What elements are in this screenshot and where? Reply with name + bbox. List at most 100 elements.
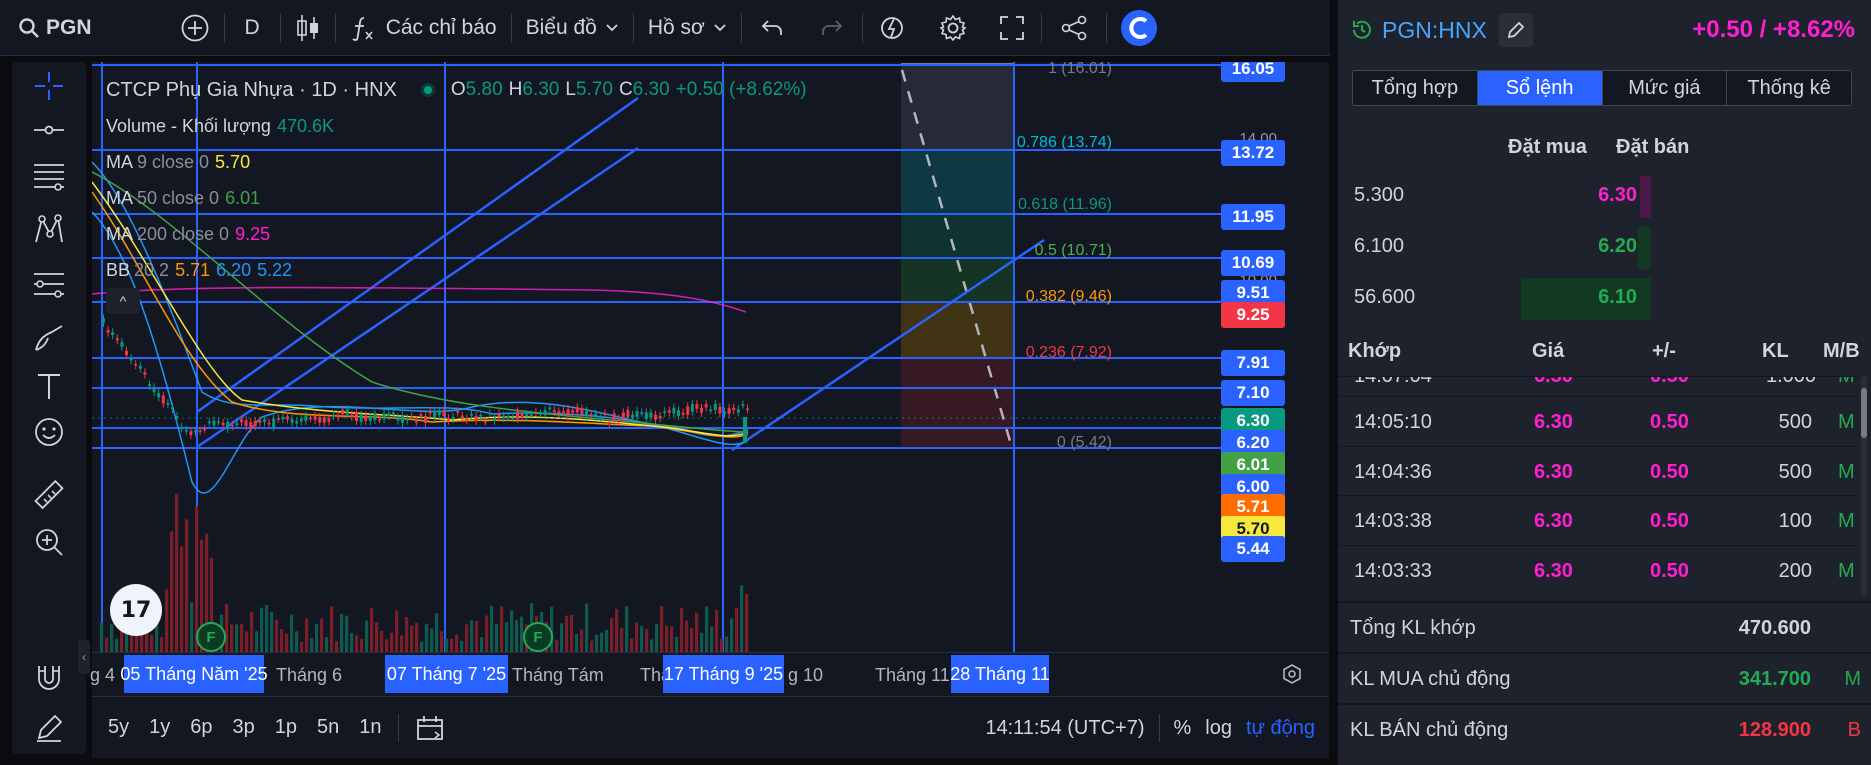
date-range-icon[interactable]	[415, 714, 445, 742]
brand-logo-button[interactable]	[1107, 0, 1171, 56]
earnings-badge[interactable]: F	[523, 622, 553, 652]
time-label: g 4	[90, 665, 116, 685]
price-chart[interactable]: 1 (16.01) 0.786 (13.74) 0.618 (11.96) 0.5 (…	[92, 62, 1329, 652]
trade-row[interactable]: 14:07:04 6.30 0.50 1.000 M	[1338, 376, 1858, 396]
tab-summary[interactable]: Tổng hợp	[1353, 71, 1478, 105]
crosshair-tool[interactable]	[12, 62, 86, 110]
alert-clock-icon	[880, 16, 903, 39]
indicators-button[interactable]: Các chỉ báo	[336, 0, 511, 56]
candle-body	[253, 420, 257, 427]
volume-bar	[660, 605, 664, 652]
toolbar-collapse-button[interactable]: ‹	[78, 640, 90, 674]
legend-ma9-row[interactable]: MA 9 close 0 5.70	[106, 144, 813, 180]
legend-ma200-row[interactable]: MA 200 close 0 9.25	[106, 216, 813, 252]
range-1y-button[interactable]: 1y	[149, 716, 170, 739]
orderbook-row[interactable]: 6.100 6.20	[1338, 223, 1871, 273]
orderbook-row[interactable]: 5.300 6.30	[1338, 172, 1871, 222]
scroll-thumb[interactable]	[1861, 388, 1867, 438]
redo-button[interactable]	[802, 0, 862, 56]
profile-menu-button[interactable]: Hồ sơ	[634, 0, 741, 56]
trade-row[interactable]: 14:04:36 6.30 0.50 500 M	[1338, 445, 1858, 495]
volume-bar	[235, 624, 239, 652]
tradingview-logo[interactable]: 17	[110, 584, 162, 636]
range-1d-button[interactable]: 1n	[359, 716, 381, 739]
legend-volume-row[interactable]: Volume - Khối lượng 470.6K	[106, 108, 813, 144]
symbol-search-button[interactable]: PGN	[0, 0, 106, 56]
refresh-clock-icon[interactable]	[1350, 18, 1374, 42]
market-status-icon	[420, 83, 435, 97]
share-button[interactable]	[1042, 0, 1106, 56]
clock-readout[interactable]: 14:11:54 (UTC+7)	[985, 717, 1144, 740]
summary-label: Tổng KL khớp	[1350, 617, 1476, 639]
compare-add-button[interactable]	[166, 0, 224, 56]
pattern-tool[interactable]	[12, 206, 86, 254]
axis-settings-icon[interactable]	[1281, 663, 1303, 685]
candle-body	[272, 418, 276, 428]
zoom-tool[interactable]	[12, 518, 86, 566]
fib-lines-icon	[34, 164, 64, 191]
time-axis[interactable]: g 4 05 Tháng Năm '25 Tháng 6 07 Tháng 7 …	[90, 652, 1329, 696]
earnings-badge[interactable]: F	[196, 622, 226, 652]
percent-scale-toggle[interactable]: %	[1174, 717, 1192, 740]
tab-price-levels[interactable]: Mức giá	[1602, 71, 1728, 105]
fullscreen-button[interactable]	[983, 0, 1041, 56]
crosshair-icon	[35, 72, 63, 100]
volume-bar	[335, 641, 339, 652]
range-5y-button[interactable]: 5y	[108, 716, 129, 739]
interval-label: D	[244, 15, 260, 39]
range-3m-button[interactable]: 3p	[233, 716, 255, 739]
legend-collapse-button[interactable]: ^	[106, 288, 140, 314]
volume-bar	[715, 609, 719, 652]
candle-body	[148, 384, 151, 387]
trend-line-tool[interactable]	[12, 106, 86, 154]
range-6m-button[interactable]: 6p	[190, 716, 212, 739]
prediction-tool[interactable]	[12, 260, 86, 308]
chart-menu-button[interactable]: Biểu đồ	[512, 0, 633, 56]
settings-button[interactable]	[923, 0, 983, 56]
trade-row[interactable]: 14:05:10 6.30 0.50 500 M	[1338, 396, 1858, 445]
brush-tool[interactable]	[12, 314, 86, 362]
candle-body	[350, 414, 354, 418]
candle-body	[479, 414, 483, 417]
measure-tool[interactable]	[12, 472, 86, 520]
trade-row[interactable]: 14:03:33 6.30 0.50 200 M	[1338, 544, 1858, 594]
volume-bar	[115, 638, 119, 652]
trade-row[interactable]: 14:03:38 6.30 0.50 100 M	[1338, 495, 1858, 544]
time-highlight-end: 17 Tháng 9 '25	[663, 655, 784, 693]
magnet-tool[interactable]	[12, 654, 86, 702]
auto-scale-toggle[interactable]: tự động	[1246, 717, 1315, 740]
volume-bar	[610, 618, 614, 652]
tab-orderbook[interactable]: Sổ lệnh	[1477, 71, 1603, 105]
smiley-icon	[35, 418, 63, 446]
legend-ma50-row[interactable]: MA 50 close 0 6.01	[106, 180, 813, 216]
emoji-tool[interactable]	[12, 408, 86, 456]
fib-tool[interactable]	[12, 152, 86, 200]
volume-bar	[565, 615, 569, 652]
pencil-icon	[1507, 21, 1525, 39]
interval-button[interactable]: D	[225, 0, 280, 56]
alerts-button[interactable]	[863, 0, 923, 56]
tab-statistics[interactable]: Thống kê	[1727, 71, 1851, 105]
candle-body	[465, 418, 469, 421]
trades-scrollbar[interactable]	[1861, 376, 1867, 596]
legend-bb-row[interactable]: BB 20 2 5.71 6.20 5.22	[106, 252, 813, 288]
text-tool[interactable]	[12, 362, 86, 410]
range-1m-button[interactable]: 1p	[275, 716, 297, 739]
edit-symbol-button[interactable]	[1498, 13, 1533, 47]
log-scale-toggle[interactable]: log	[1205, 717, 1232, 740]
orderbook-row[interactable]: 56.600 6.10	[1338, 274, 1871, 324]
chart-type-button[interactable]	[281, 0, 335, 56]
panel-symbol[interactable]: PGN:HNX	[1382, 17, 1487, 44]
candle-body	[327, 418, 331, 422]
range-5d-button[interactable]: 5n	[317, 716, 339, 739]
volume-bar	[440, 631, 444, 652]
undo-button[interactable]	[742, 0, 802, 56]
volume-bar	[470, 620, 474, 652]
price-axis-tag: 16.05	[1221, 62, 1285, 82]
volume-bar	[455, 634, 459, 652]
ohlc-change: +0.50 (+8.62%)	[675, 79, 807, 100]
candle-body	[281, 417, 285, 420]
lock-drawing-tool[interactable]	[12, 704, 86, 752]
ma50-value: 6.01	[225, 188, 261, 208]
candle-body	[557, 411, 561, 414]
